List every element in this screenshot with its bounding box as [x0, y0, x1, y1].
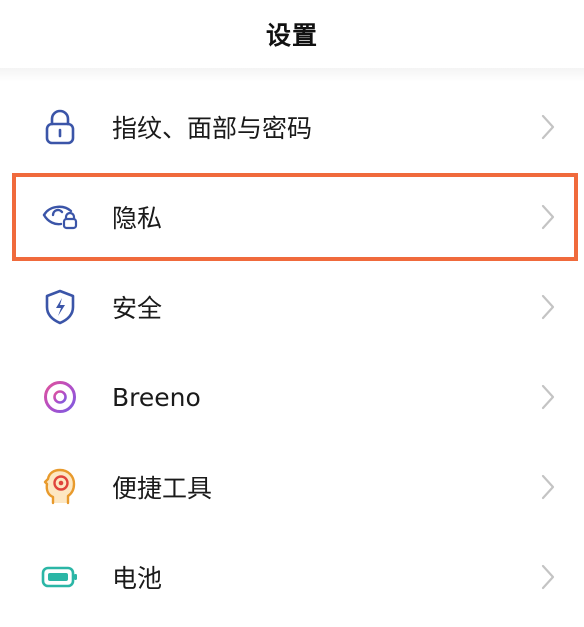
- settings-item-tools[interactable]: 便捷工具: [0, 442, 584, 532]
- settings-item-label: Breeno: [112, 382, 201, 412]
- settings-item-label: 隐私: [112, 204, 163, 233]
- settings-item-label: 便捷工具: [112, 474, 213, 503]
- settings-item-battery[interactable]: 电池: [0, 532, 584, 622]
- settings-item-breeno[interactable]: Breeno: [0, 352, 584, 442]
- settings-item-passwords[interactable]: 指纹、面部与密码: [0, 82, 584, 172]
- settings-item-label: 安全: [112, 294, 163, 323]
- chevron-right-icon: [541, 294, 555, 320]
- lock-icon: [40, 107, 80, 147]
- chevron-right-icon: [541, 204, 555, 230]
- settings-item-label: 电池: [112, 564, 163, 593]
- chevron-right-icon: [541, 114, 555, 140]
- header: 设置: [0, 0, 584, 68]
- chevron-right-icon: [541, 384, 555, 410]
- page-title: 设置: [265, 21, 318, 50]
- head-target-icon: [40, 467, 80, 507]
- settings-item-label: 指纹、面部与密码: [112, 114, 313, 143]
- header-divider: [0, 68, 584, 82]
- settings-item-privacy[interactable]: 隐私: [0, 172, 584, 262]
- settings-list: 指纹、面部与密码 隐私 安全 Breeno 便捷工具 电池: [0, 82, 584, 622]
- battery-icon: [40, 557, 80, 597]
- shield-bolt-icon: [40, 287, 80, 327]
- eye-lock-icon: [40, 197, 80, 237]
- breeno-ring-icon: [40, 377, 80, 417]
- chevron-right-icon: [541, 564, 555, 590]
- chevron-right-icon: [541, 474, 555, 500]
- settings-item-security[interactable]: 安全: [0, 262, 584, 352]
